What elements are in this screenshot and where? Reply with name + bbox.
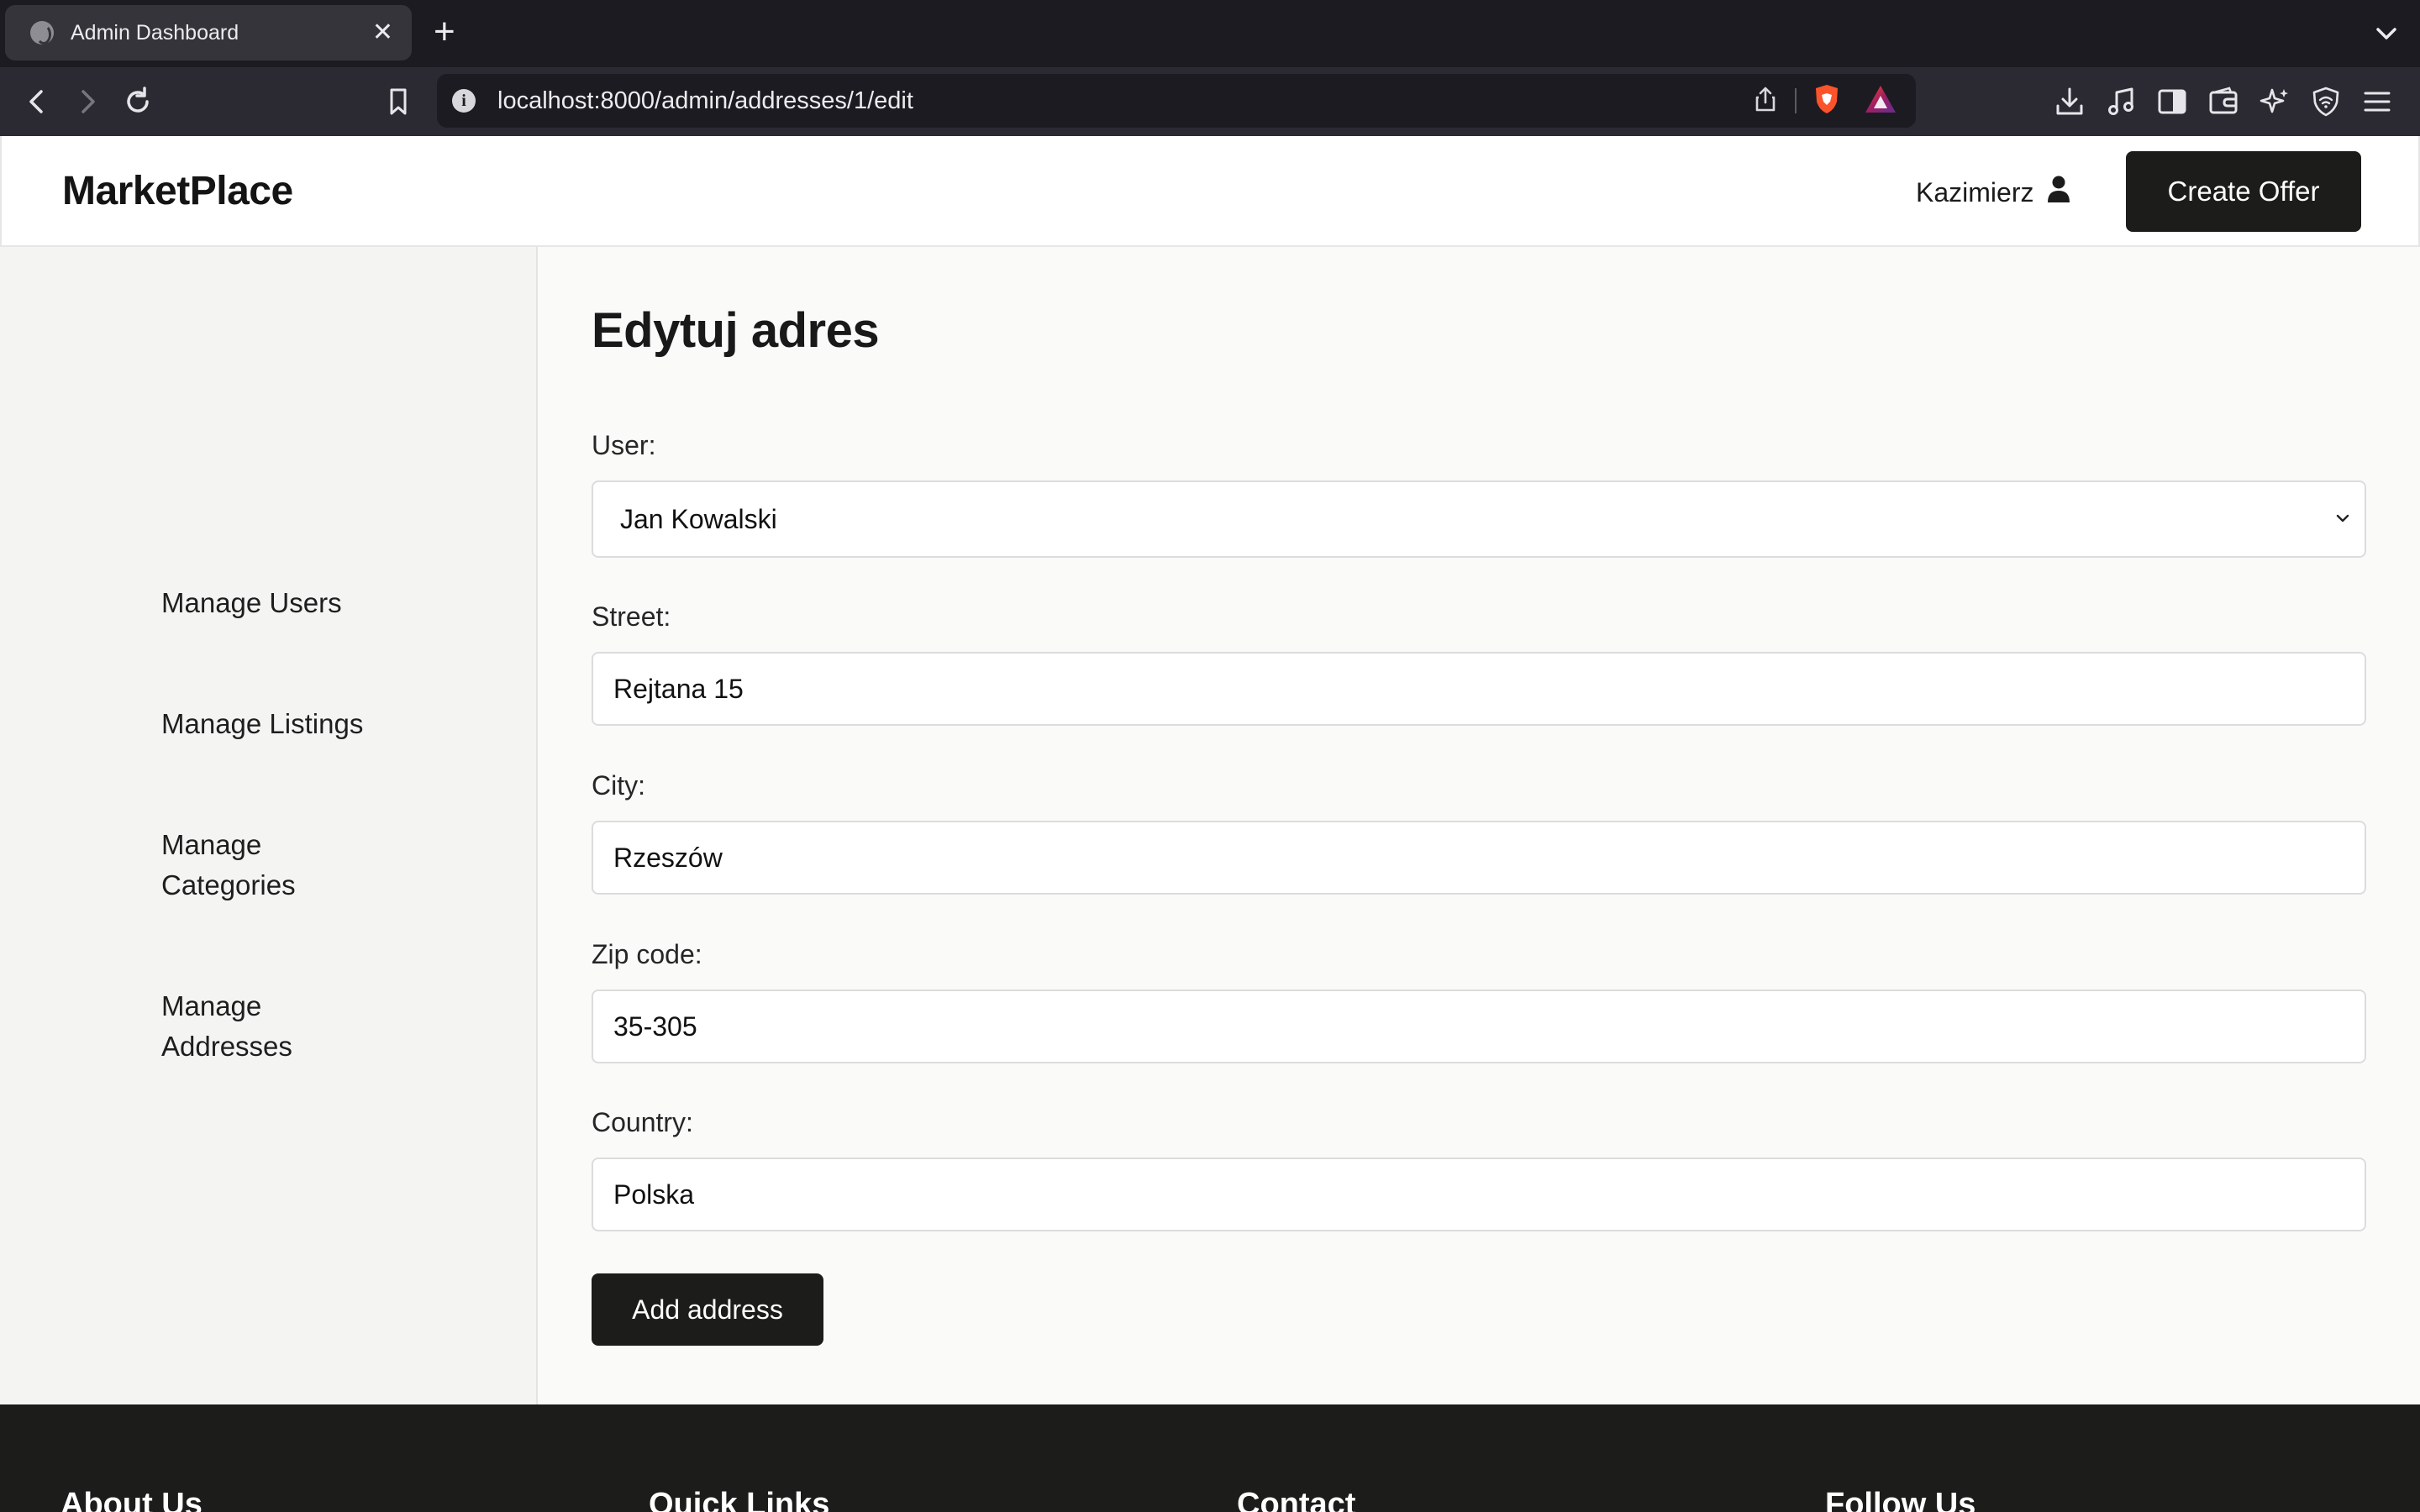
site-header: MarketPlace Kazimierz Create Offer xyxy=(0,136,2420,247)
footer-follow-heading: Follow Us xyxy=(1825,1487,1976,1512)
brave-shield-icon[interactable] xyxy=(1812,83,1842,119)
site-info-icon[interactable]: i xyxy=(452,89,476,113)
sidebar-toggle-icon[interactable] xyxy=(2153,82,2191,121)
city-label: City: xyxy=(592,770,645,801)
browser-tab-bar: Admin Dashboard ✕ + xyxy=(0,0,2420,67)
street-input[interactable]: Rejtana 15 xyxy=(592,652,2366,726)
zip-code-label: Zip code: xyxy=(592,939,702,969)
city-input[interactable]: Rzeszów xyxy=(592,821,2366,895)
admin-sidebar: Manage Users Manage Listings Manage Cate… xyxy=(0,247,538,1404)
sidebar-item-users[interactable]: Manage Users xyxy=(161,583,430,623)
address-bar[interactable]: i localhost:8000/admin/addresses/1/edit xyxy=(437,74,1916,128)
menu-icon[interactable] xyxy=(2358,82,2396,121)
add-address-button[interactable]: Add address xyxy=(592,1273,823,1346)
vpn-shield-icon[interactable] xyxy=(2307,82,2345,121)
user-select[interactable]: Jan Kowalski xyxy=(592,480,2366,558)
street-label: Street: xyxy=(592,601,671,632)
user-icon[interactable] xyxy=(2045,175,2072,210)
user-label: User: xyxy=(592,430,656,460)
username[interactable]: Kazimierz xyxy=(1916,177,2033,208)
bookmark-icon xyxy=(390,88,407,115)
chevron-down-icon xyxy=(2333,504,2353,535)
user-select-value: Jan Kowalski xyxy=(620,503,777,534)
music-note-icon[interactable] xyxy=(2102,82,2140,121)
country-input[interactable]: Polska xyxy=(592,1158,2366,1231)
leo-ai-icon[interactable] xyxy=(2255,82,2294,121)
site-logo[interactable]: MarketPlace xyxy=(62,168,293,214)
browser-tab[interactable]: Admin Dashboard ✕ xyxy=(5,5,412,60)
reload-icon xyxy=(127,87,149,113)
footer-contact-heading: Contact xyxy=(1237,1487,1356,1512)
zip-code-input[interactable]: 35-305 xyxy=(592,990,2366,1063)
brave-rewards-icon[interactable] xyxy=(1864,84,1897,118)
chevron-down-icon[interactable] xyxy=(2370,17,2403,50)
bookmark-button[interactable] xyxy=(378,81,418,122)
create-offer-button[interactable]: Create Offer xyxy=(2126,151,2361,232)
tab-close-button[interactable]: ✕ xyxy=(372,20,393,45)
wallet-icon[interactable] xyxy=(2204,82,2243,121)
url-text[interactable]: localhost:8000/admin/addresses/1/edit xyxy=(497,87,1729,115)
tab-title: Admin Dashboard xyxy=(71,20,239,45)
footer-quick-links-heading: Quick Links xyxy=(649,1487,830,1512)
site-footer: About Us Quick Links Contact Follow Us xyxy=(0,1404,2420,1512)
sidebar-item-addresses[interactable]: Manage Addresses xyxy=(161,986,329,1067)
user-menu[interactable]: Kazimierz xyxy=(1916,175,2072,210)
new-tab-button[interactable]: + xyxy=(434,13,455,50)
forward-arrow-icon xyxy=(82,90,95,113)
globe-icon xyxy=(30,21,54,45)
sidebar-item-categories[interactable]: Manage Categories xyxy=(161,825,329,906)
download-icon[interactable] xyxy=(2050,82,2089,121)
footer-about-heading: About Us xyxy=(60,1487,203,1512)
reload-button[interactable] xyxy=(118,81,158,122)
back-button[interactable] xyxy=(17,81,57,122)
page-title: Edytuj adres xyxy=(592,303,880,358)
forward-button[interactable] xyxy=(67,81,108,122)
share-icon[interactable] xyxy=(1751,85,1780,118)
country-label: Country: xyxy=(592,1107,693,1137)
divider xyxy=(1795,88,1797,113)
back-arrow-icon xyxy=(29,90,43,113)
main-content: Edytuj adres User: Jan Kowalski Street: … xyxy=(538,247,2420,1404)
browser-toolbar: i localhost:8000/admin/addresses/1/edit xyxy=(0,67,2420,136)
sidebar-item-listings[interactable]: Manage Listings xyxy=(161,704,430,744)
